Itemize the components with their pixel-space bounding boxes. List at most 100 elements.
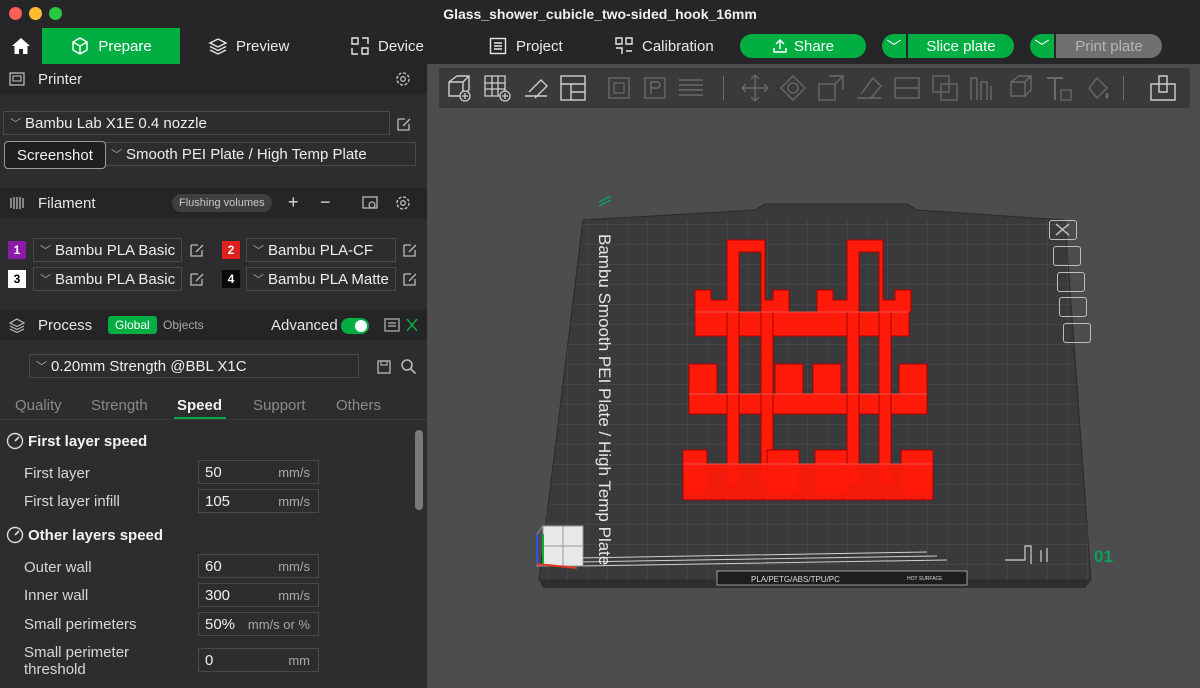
speedometer-icon (6, 432, 24, 450)
top-navigation: Prepare Preview Device Project Calibrati… (0, 28, 1200, 64)
plate-lock-icon[interactable] (598, 195, 612, 207)
filament-3-select[interactable]: ﹀ Bambu PLA Basic (33, 267, 182, 291)
tab-speed[interactable]: Speed (177, 397, 222, 414)
tab-device[interactable]: Device (350, 28, 424, 64)
tab-calibration[interactable]: Calibration (614, 28, 714, 64)
add-filament-icon[interactable]: + (288, 192, 299, 213)
first-layer-infill-input[interactable]: 105 mm/s (198, 489, 319, 513)
x-icon (1055, 223, 1070, 236)
chevron-down-icon: ﹀ (36, 361, 47, 373)
calibration-icon (615, 37, 633, 54)
gear-icon[interactable] (394, 194, 412, 212)
outer-wall-input[interactable]: 60 mm/s (198, 554, 319, 578)
plate-type-select[interactable]: ﹀ Smooth PEI Plate / High Temp Plate (104, 142, 416, 166)
global-toggle[interactable]: Global (108, 316, 157, 334)
inner-wall-input[interactable]: 300 mm/s (198, 583, 319, 607)
filament-4-select[interactable]: ﹀ Bambu PLA Matte (246, 267, 396, 291)
printer-select[interactable]: ﹀ Bambu Lab X1E 0.4 nozzle (3, 111, 390, 135)
close-plate-icon[interactable] (1049, 220, 1077, 240)
print-dropdown-button[interactable]: ﹀ (1030, 34, 1054, 58)
other-layers-speed-title: Other layers speed (28, 527, 164, 544)
filament-4-badge[interactable]: 4 (222, 270, 240, 288)
orient-plate-icon[interactable] (1053, 246, 1081, 266)
chevron-down-icon: ﹀ (10, 118, 21, 130)
lock-plate-icon[interactable] (1059, 297, 1087, 317)
filament-1-badge[interactable]: 1 (8, 241, 26, 259)
tab-support[interactable]: Support (253, 397, 306, 414)
process-preset-select[interactable]: ﹀ 0.20mm Strength @BBL X1C (29, 354, 359, 378)
chevron-down-icon: ﹀ (40, 245, 51, 257)
compare-icon[interactable] (404, 316, 420, 334)
home-button[interactable] (6, 28, 36, 64)
window-title: Glass_shower_cubicle_two-sided_hook_16mm (443, 6, 757, 22)
small-perimeters-unit: mm/s or % (247, 616, 310, 632)
build-plate-scene[interactable]: PLA/PETG/ABS/TPU/PC HOT SURFACE Bambu Sm… (427, 64, 1200, 688)
inner-wall-label: Inner wall (24, 587, 89, 604)
flushing-volumes-button[interactable]: Flushing volumes (172, 194, 272, 212)
process-section-title: Process (38, 316, 93, 334)
save-icon[interactable] (376, 359, 392, 375)
share-button[interactable]: Share (740, 34, 866, 58)
objects-toggle[interactable]: Objects (163, 318, 204, 332)
screenshot-tooltip: Screenshot (4, 141, 106, 169)
advanced-toggle[interactable] (341, 318, 369, 334)
small-perimeter-threshold-value: 0 (205, 651, 214, 669)
first-layer-infill-value: 105 (205, 492, 231, 510)
first-layer-label: First layer (24, 465, 90, 482)
settings-scrollbar[interactable] (415, 430, 423, 510)
share-icon (773, 38, 787, 53)
plate-type-value: Smooth PEI Plate / High Temp Plate (126, 145, 367, 163)
tab-strength[interactable]: Strength (91, 397, 148, 414)
filament-icon (10, 197, 24, 209)
slice-plate-button[interactable]: Slice plate (908, 34, 1014, 58)
small-perimeters-input[interactable]: 50% mm/s or % (198, 612, 319, 636)
gear-icon[interactable] (394, 70, 412, 88)
small-perimeters-value: 50% (205, 615, 236, 633)
outer-wall-label: Outer wall (24, 559, 92, 576)
slice-dropdown-button[interactable]: ﹀ (882, 34, 906, 58)
filament-section-title: Filament (38, 194, 96, 212)
tab-project[interactable]: Project (488, 28, 563, 64)
filament-4-name: Bambu PLA Matte (268, 270, 389, 288)
share-label: Share (793, 37, 835, 55)
filament-3-badge[interactable]: 3 (8, 270, 26, 288)
chevron-down-icon: ﹀ (253, 274, 264, 286)
plate-settings-icon[interactable] (1063, 323, 1091, 343)
plate-number[interactable]: 01 (1094, 547, 1113, 566)
small-perimeters-label: Small perimeters (24, 616, 137, 633)
small-perimeter-threshold-input[interactable]: 0 mm (198, 648, 319, 672)
filament-2-select[interactable]: ﹀ Bambu PLA-CF (246, 238, 396, 262)
first-layer-input[interactable]: 50 mm/s (198, 460, 319, 484)
first-layer-infill-label: First layer infill (24, 493, 120, 510)
first-layer-infill-unit: mm/s (278, 493, 310, 509)
edit-icon[interactable] (402, 242, 418, 258)
edit-icon[interactable] (402, 271, 418, 287)
sync-filament-icon[interactable] (361, 194, 379, 212)
edit-icon[interactable] (189, 242, 205, 258)
edit-icon[interactable] (396, 116, 412, 132)
tab-prepare[interactable]: Prepare (42, 28, 180, 64)
arrange-plate-icon[interactable] (1057, 272, 1085, 292)
tab-others[interactable]: Others (336, 397, 381, 414)
speedometer-icon (6, 526, 24, 544)
tab-device-label: Device (378, 37, 424, 55)
first-layer-unit: mm/s (278, 464, 310, 480)
print-plate-button[interactable]: Print plate (1056, 34, 1162, 58)
small-perimeter-threshold-label-2: threshold (24, 661, 86, 678)
filament-2-badge[interactable]: 2 (222, 241, 240, 259)
tab-preview[interactable]: Preview (208, 28, 289, 64)
edit-icon[interactable] (189, 271, 205, 287)
advanced-label: Advanced (271, 317, 338, 334)
3d-viewport[interactable]: PLA/PETG/ABS/TPU/PC HOT SURFACE Bambu Sm… (427, 64, 1200, 688)
document-icon (489, 37, 507, 55)
list-icon[interactable] (383, 316, 401, 334)
remove-filament-icon[interactable]: − (320, 192, 331, 213)
small-perimeter-threshold-unit: mm (288, 652, 310, 668)
filament-1-select[interactable]: ﹀ Bambu PLA Basic (33, 238, 182, 262)
search-icon[interactable] (400, 358, 417, 375)
tab-quality[interactable]: Quality (15, 397, 62, 414)
inner-wall-value: 300 (205, 586, 231, 604)
inner-wall-unit: mm/s (278, 587, 310, 603)
printer-section-title: Printer (38, 70, 83, 88)
first-layer-speed-title: First layer speed (28, 433, 148, 450)
